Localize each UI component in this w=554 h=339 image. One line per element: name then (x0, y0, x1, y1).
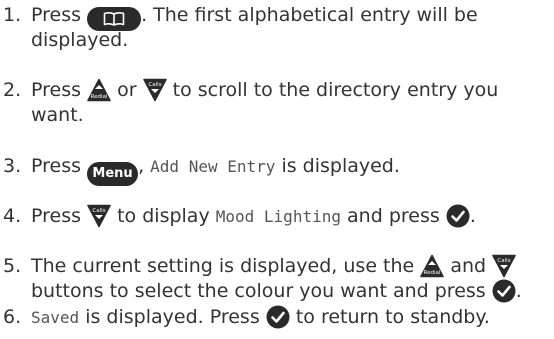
lcd-display-text: Mood Lighting (215, 207, 341, 226)
menu-button-icon: Menu (87, 161, 139, 186)
step-text: Saved is displayed. Press to return to s… (31, 305, 554, 330)
step-text-segment: . (515, 280, 522, 302)
step-text-segment: and (450, 255, 487, 277)
calls-down-button-icon: Calls (142, 78, 167, 102)
step-text-segment: to scroll to the directory entry you (172, 79, 499, 101)
ok-check-button-icon (446, 204, 470, 228)
svg-text:Redial: Redial (91, 94, 108, 100)
step-number: 4. (3, 205, 22, 227)
svg-text:Calls: Calls (148, 82, 161, 88)
calls-down-button-icon: Calls (492, 254, 516, 278)
step-text-segment: or (117, 79, 137, 101)
step-text: Press Calls to display Mood Lighting and… (31, 204, 554, 229)
step-text-segment: Press (31, 4, 82, 26)
svg-text:Redial: Redial (424, 270, 441, 276)
step-text: Press Menu , Add New Entry is displayed. (31, 154, 554, 186)
svg-text:Calls: Calls (498, 258, 511, 264)
lcd-display-text: Add New Entry (150, 157, 276, 176)
redial-up-button-icon: Redial (420, 254, 445, 278)
step-number: 5. (3, 255, 22, 277)
step-text-segment: Press (31, 155, 82, 177)
step-text-segment: Press (31, 205, 82, 227)
svg-text:Calls: Calls (92, 208, 105, 214)
menu-button-label: Menu (92, 166, 133, 181)
step-text-segment: . The first alphabetical entry will be (141, 4, 478, 26)
step-text-segment: . (469, 205, 476, 227)
ok-check-button-icon (492, 279, 516, 303)
step-text: Press . The first alphabetical entry wil… (31, 3, 554, 53)
step-text-segment: buttons to select the colour you want an… (31, 280, 486, 302)
step-text-segment: is displayed. (281, 155, 400, 177)
step-number: 6. (3, 306, 22, 328)
lcd-display-text: Saved (31, 308, 80, 327)
calls-down-button-icon: Calls (87, 204, 111, 228)
step-text-segment: Press (31, 79, 82, 101)
redial-up-button-icon: Redial (87, 78, 111, 102)
step-number: 3. (3, 155, 22, 177)
step-text-segment: is displayed. Press (85, 306, 260, 328)
step-text-line: want. (31, 104, 84, 126)
step-text-line: displayed. (31, 29, 129, 51)
ok-check-button-icon (266, 305, 290, 329)
step-text: The current setting is displayed, use th… (31, 254, 554, 304)
step-text-segment: to return to standby. (295, 306, 490, 328)
step-text: Press Redial or Calls to scroll to the d… (31, 78, 554, 128)
step-text-segment: to display (117, 205, 210, 227)
step-number: 1. (3, 4, 22, 26)
step-number: 2. (3, 79, 22, 101)
step-text-segment: , (138, 155, 145, 177)
step-text-segment: The current setting is displayed, use th… (31, 255, 415, 277)
step-text-segment: and press (347, 205, 440, 227)
